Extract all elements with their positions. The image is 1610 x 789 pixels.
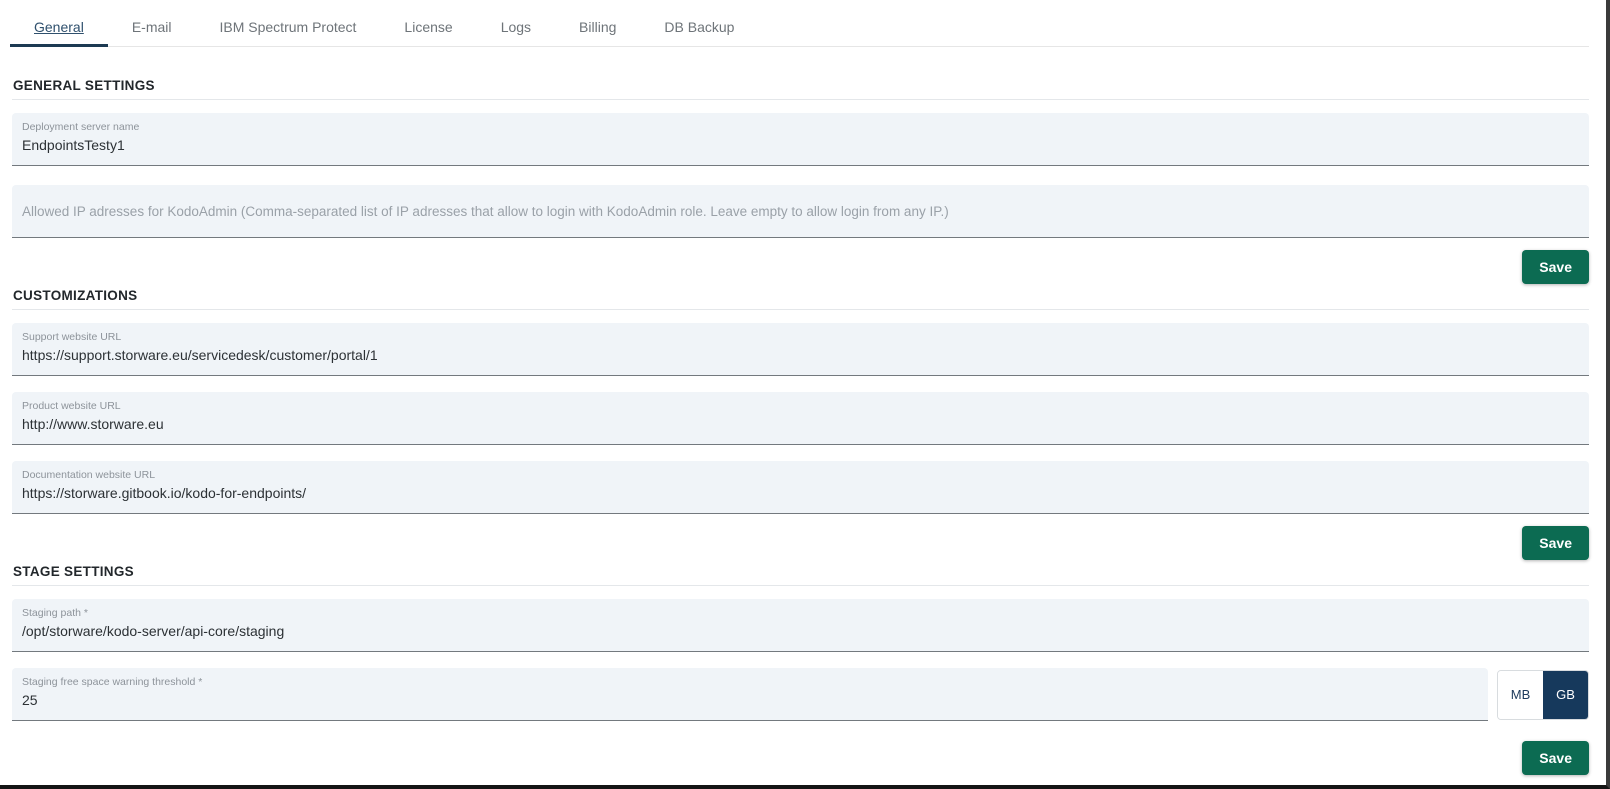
unit-gb-button[interactable]: GB [1543,671,1588,719]
section-divider [12,585,1589,586]
allowed-ip-addresses-input[interactable] [22,203,1579,219]
tab-ibm-spectrum-protect[interactable]: IBM Spectrum Protect [195,10,380,47]
stage-settings-save-row: Save [12,741,1589,775]
general-settings-save-row: Save [12,250,1589,284]
unit-mb-button[interactable]: MB [1498,671,1543,719]
field-staging-path[interactable]: Staging path * [12,599,1589,652]
stage-settings-save-button[interactable]: Save [1522,741,1589,775]
product-website-url-label: Product website URL [22,400,1579,412]
field-allowed-ip-addresses[interactable] [12,185,1589,238]
tab-logs[interactable]: Logs [477,10,555,47]
settings-page: General E-mail IBM Spectrum Protect Lice… [0,0,1610,789]
staging-path-label: Staging path * [22,607,1579,619]
deployment-server-name-label: Deployment server name [22,121,1579,133]
staging-threshold-label: Staging free space warning threshold * [22,676,1478,688]
content: GENERAL SETTINGS Deployment server name … [0,47,1606,775]
unit-toggle: MB GB [1497,670,1589,720]
staging-threshold-input[interactable] [22,689,1478,708]
section-stage-settings: STAGE SETTINGS Staging path * Staging fr… [12,564,1589,775]
stage-settings-title: STAGE SETTINGS [13,564,1589,579]
tab-license[interactable]: License [380,10,476,47]
tab-bar: General E-mail IBM Spectrum Protect Lice… [10,10,1589,47]
staging-threshold-row: Staging free space warning threshold * M… [12,668,1589,721]
customizations-title: CUSTOMIZATIONS [13,288,1589,303]
field-deployment-server-name[interactable]: Deployment server name [12,113,1589,166]
staging-path-input[interactable] [22,620,1579,639]
section-general-settings: GENERAL SETTINGS Deployment server name … [12,78,1589,284]
tab-email[interactable]: E-mail [108,10,196,47]
support-website-url-label: Support website URL [22,331,1579,343]
documentation-website-url-input[interactable] [22,482,1579,501]
section-customizations: CUSTOMIZATIONS Support website URL Produ… [12,288,1589,560]
deployment-server-name-input[interactable] [22,134,1579,153]
section-divider [12,309,1589,310]
tab-db-backup[interactable]: DB Backup [640,10,758,47]
field-documentation-website-url[interactable]: Documentation website URL [12,461,1589,514]
product-website-url-input[interactable] [22,413,1579,432]
tab-general[interactable]: General [10,10,108,47]
general-settings-save-button[interactable]: Save [1522,250,1589,284]
general-settings-title: GENERAL SETTINGS [13,78,1589,93]
customizations-save-row: Save [12,526,1589,560]
field-staging-threshold[interactable]: Staging free space warning threshold * [12,668,1488,721]
field-support-website-url[interactable]: Support website URL [12,323,1589,376]
field-product-website-url[interactable]: Product website URL [12,392,1589,445]
customizations-save-button[interactable]: Save [1522,526,1589,560]
support-website-url-input[interactable] [22,344,1579,363]
section-divider [12,99,1589,100]
documentation-website-url-label: Documentation website URL [22,469,1579,481]
tab-billing[interactable]: Billing [555,10,640,47]
